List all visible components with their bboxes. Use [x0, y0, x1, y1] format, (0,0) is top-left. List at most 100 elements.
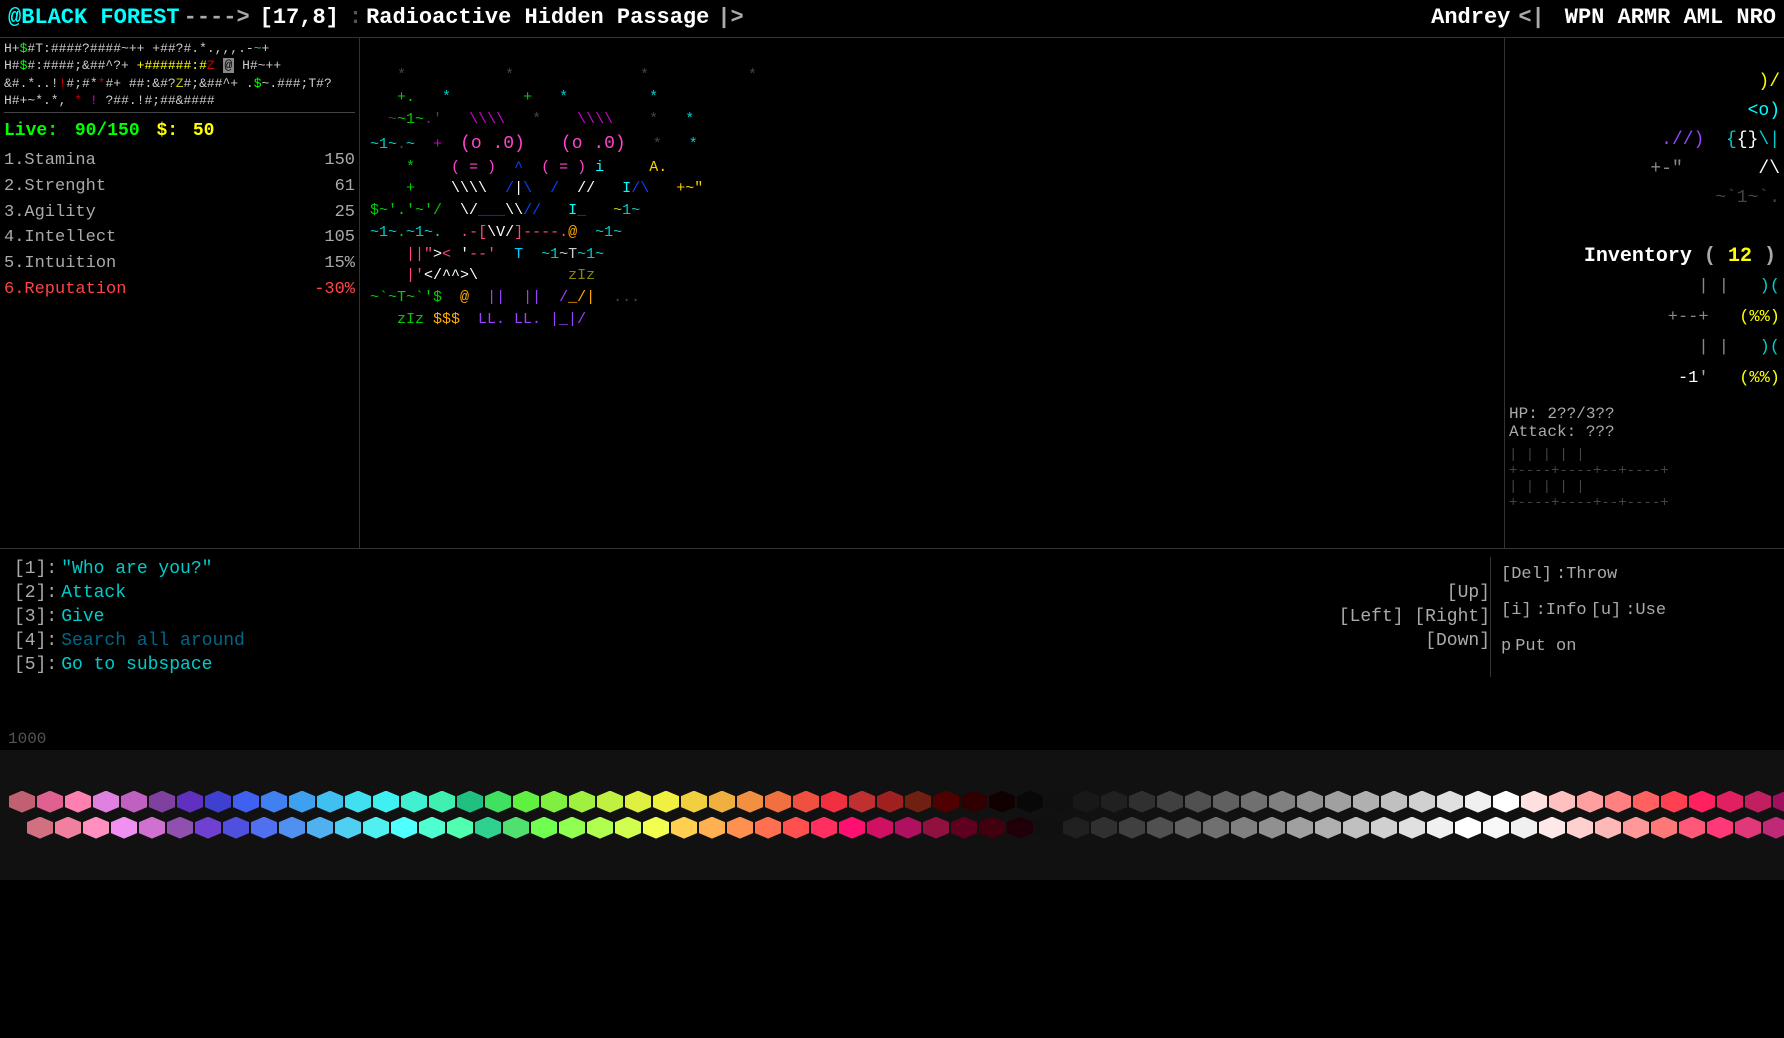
palette-hex[interactable] [65, 791, 91, 813]
palette-hex[interactable] [961, 791, 987, 813]
palette-hex[interactable] [111, 817, 137, 839]
palette-hex[interactable] [1595, 817, 1621, 839]
palette-hex[interactable] [1045, 791, 1071, 813]
palette-hex[interactable] [1147, 817, 1173, 839]
action-5[interactable]: [5]: Go to subspace [14, 653, 1490, 677]
palette-hex[interactable] [989, 791, 1015, 813]
palette-hex[interactable] [1707, 817, 1733, 839]
palette-hex[interactable] [401, 791, 427, 813]
palette-hex[interactable] [233, 791, 259, 813]
palette-hex[interactable] [307, 817, 333, 839]
palette-hex[interactable] [1315, 817, 1341, 839]
palette-hex[interactable] [1679, 817, 1705, 839]
palette-hex[interactable] [391, 817, 417, 839]
palette-hex[interactable] [1241, 791, 1267, 813]
palette-hex[interactable] [821, 791, 847, 813]
palette-hex[interactable] [839, 817, 865, 839]
palette-hex[interactable] [765, 791, 791, 813]
palette-hex[interactable] [653, 791, 679, 813]
palette-hex[interactable] [541, 791, 567, 813]
palette-hex[interactable] [1007, 817, 1033, 839]
palette-hex[interactable] [923, 817, 949, 839]
palette-hex[interactable] [1577, 791, 1603, 813]
palette-hex[interactable] [1735, 817, 1761, 839]
palette-hex[interactable] [1633, 791, 1659, 813]
palette-hex[interactable] [849, 791, 875, 813]
palette-hex[interactable] [1661, 791, 1687, 813]
palette-hex[interactable] [93, 791, 119, 813]
palette-hex[interactable] [195, 817, 221, 839]
palette-hex[interactable] [167, 817, 193, 839]
palette-hex[interactable] [1773, 791, 1784, 813]
palette-hex[interactable] [569, 791, 595, 813]
palette-hex[interactable] [363, 817, 389, 839]
palette-hex[interactable] [1763, 817, 1784, 839]
palette-hex[interactable] [9, 791, 35, 813]
palette-hex[interactable] [1119, 817, 1145, 839]
palette-hex[interactable] [1297, 791, 1323, 813]
palette-hex[interactable] [1427, 817, 1453, 839]
palette-hex[interactable] [979, 817, 1005, 839]
palette-hex[interactable] [1129, 791, 1155, 813]
palette-hex[interactable] [121, 791, 147, 813]
palette-hex[interactable] [1203, 817, 1229, 839]
palette-hex[interactable] [503, 817, 529, 839]
palette-hex[interactable] [149, 791, 175, 813]
palette-hex[interactable] [1745, 791, 1771, 813]
palette-hex[interactable] [317, 791, 343, 813]
palette-hex[interactable] [643, 817, 669, 839]
palette-hex[interactable] [531, 817, 557, 839]
palette-hex[interactable] [877, 791, 903, 813]
palette-hex[interactable] [447, 817, 473, 839]
palette-hex[interactable] [867, 817, 893, 839]
palette-hex[interactable] [457, 791, 483, 813]
palette-hex[interactable] [587, 817, 613, 839]
palette-hex[interactable] [1689, 791, 1715, 813]
palette-hex[interactable] [1605, 791, 1631, 813]
palette-hex[interactable] [1371, 817, 1397, 839]
palette-hex[interactable] [37, 791, 63, 813]
palette-hex[interactable] [951, 817, 977, 839]
palette-hex[interactable] [289, 791, 315, 813]
palette-hex[interactable] [139, 817, 165, 839]
palette-hex[interactable] [279, 817, 305, 839]
action-2[interactable]: [2]: Attack [Up] [14, 581, 1490, 605]
palette-hex[interactable] [205, 791, 231, 813]
palette-hex[interactable] [1493, 791, 1519, 813]
palette-hex[interactable] [615, 817, 641, 839]
palette-hex[interactable] [1259, 817, 1285, 839]
palette-hex[interactable] [475, 817, 501, 839]
palette-hex[interactable] [1539, 817, 1565, 839]
palette-hex[interactable] [1353, 791, 1379, 813]
palette-hex[interactable] [1157, 791, 1183, 813]
palette-hex[interactable] [811, 817, 837, 839]
palette-hex[interactable] [671, 817, 697, 839]
palette-hex[interactable] [699, 817, 725, 839]
palette-hex[interactable] [709, 791, 735, 813]
palette-hex[interactable] [1325, 791, 1351, 813]
palette-hex[interactable] [1511, 817, 1537, 839]
palette-hex[interactable] [1567, 817, 1593, 839]
palette-hex[interactable] [1073, 791, 1099, 813]
palette-hex[interactable] [1185, 791, 1211, 813]
palette-hex[interactable] [793, 791, 819, 813]
palette-hex[interactable] [783, 817, 809, 839]
palette-hex[interactable] [177, 791, 203, 813]
palette-hex[interactable] [1091, 817, 1117, 839]
palette-hex[interactable] [597, 791, 623, 813]
action-1[interactable]: [1]: "Who are you?" [14, 557, 1490, 581]
palette-hex[interactable] [559, 817, 585, 839]
palette-hex[interactable] [485, 791, 511, 813]
palette-hex[interactable] [727, 817, 753, 839]
palette-hex[interactable] [1017, 791, 1043, 813]
palette-hex[interactable] [681, 791, 707, 813]
palette-hex[interactable] [335, 817, 361, 839]
palette-hex[interactable] [1521, 791, 1547, 813]
palette-hex[interactable] [345, 791, 371, 813]
action-4[interactable]: [4]: Search all around [Down] [14, 629, 1490, 653]
palette-hex[interactable] [1651, 817, 1677, 839]
palette-hex[interactable] [373, 791, 399, 813]
palette-hex[interactable] [895, 817, 921, 839]
palette-hex[interactable] [83, 817, 109, 839]
palette-hex[interactable] [737, 791, 763, 813]
